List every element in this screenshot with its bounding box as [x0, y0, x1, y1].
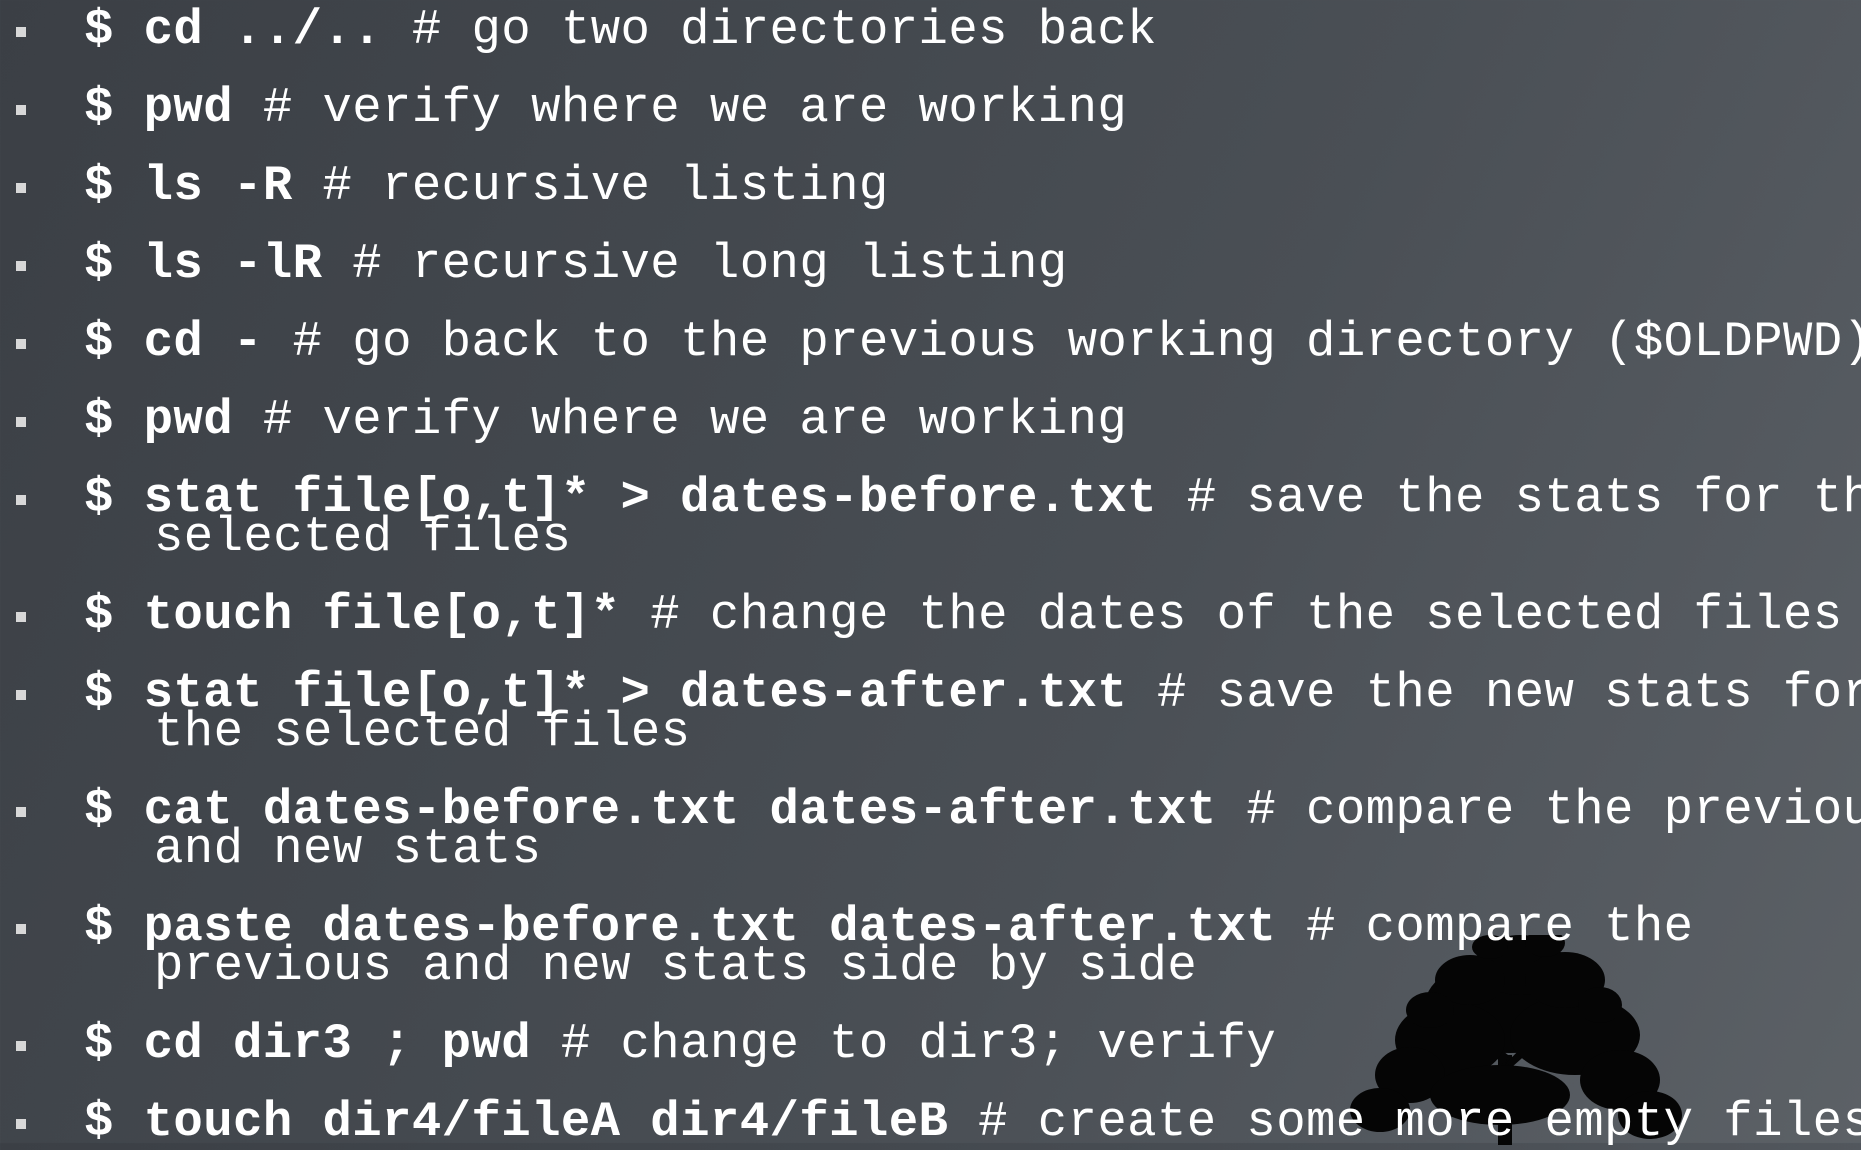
bullet-icon [16, 1041, 26, 1051]
comment-text: # verify where we are working [233, 392, 1128, 448]
bullet-icon [16, 183, 26, 193]
comment-text: # compare the previous [1216, 782, 1861, 838]
comment-text: # change to dir3; verify [531, 1016, 1277, 1072]
command-text: $ cd dir3 ; pwd [84, 1016, 532, 1072]
command-text: $ pwd [84, 392, 234, 448]
bullet-icon [16, 690, 26, 700]
continuation-text: previous and new stats side by side [154, 938, 1198, 994]
bullet-icon [16, 339, 26, 349]
command-text: $ touch file[o,t]* [84, 587, 621, 643]
comment-text: # verify where we are working [233, 80, 1128, 136]
command-line: $ ls -R # recursive listing [84, 162, 889, 211]
comment-text: # save the new stats for [1127, 665, 1861, 721]
bullet-icon [16, 1119, 26, 1129]
continuation-text: and new stats [154, 821, 542, 877]
command-line: $ pwd # verify where we are working [84, 84, 1127, 133]
command-line: $ cd ../.. # go two directories back [84, 6, 1157, 55]
bullet-icon [16, 495, 26, 505]
command-text: $ cd ../.. [84, 2, 383, 58]
command-line: $ ls -lR # recursive long listing [84, 240, 1068, 289]
command-text: $ ls -lR [84, 236, 323, 292]
command-text: $ pwd [84, 80, 234, 136]
bullet-icon [16, 105, 26, 115]
bullet-icon [16, 27, 26, 37]
command-line: $ cd - # go back to the previous working… [84, 318, 1861, 367]
slide: $ cd ../.. # go two directories back $ p… [0, 0, 1861, 1147]
bullet-icon [16, 807, 26, 817]
command-text: $ touch dir4/fileA dir4/fileB [84, 1094, 949, 1150]
command-text: $ ls -R [84, 158, 293, 214]
bullet-icon [16, 924, 26, 934]
comment-text: # create some more empty files [948, 1094, 1861, 1150]
comment-text: # compare the [1276, 899, 1694, 955]
command-line: $ touch file[o,t]* # change the dates of… [84, 591, 1843, 640]
bullet-icon [16, 612, 26, 622]
command-text: $ cd - [84, 314, 263, 370]
comment-text: # recursive listing [292, 158, 889, 214]
bullet-icon [16, 261, 26, 271]
comment-text: # change the dates of the selected files [620, 587, 1843, 643]
bullet-icon [16, 417, 26, 427]
command-line: $ touch dir4/fileA dir4/fileB # create s… [84, 1098, 1861, 1147]
command-line: $ pwd # verify where we are working [84, 396, 1127, 445]
comment-text: # go two directories back [382, 2, 1157, 58]
command-line: $ cd dir3 ; pwd # change to dir3; verify [84, 1020, 1276, 1069]
comment-text: # go back to the previous working direct… [262, 314, 1861, 370]
continuation-text: the selected files [154, 704, 691, 760]
comment-text: # recursive long listing [322, 236, 1068, 292]
continuation-text: selected files [154, 509, 572, 565]
comment-text: # save the stats for the [1156, 470, 1861, 526]
